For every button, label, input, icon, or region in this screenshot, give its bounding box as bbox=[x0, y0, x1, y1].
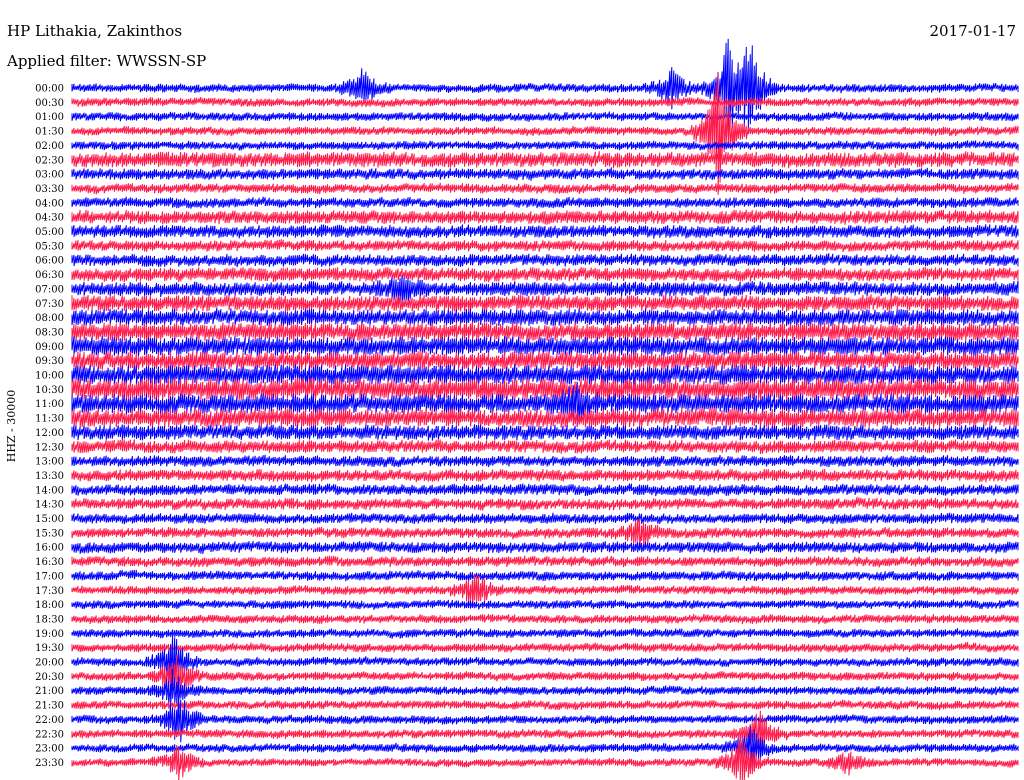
time-label-0700: 07:00 bbox=[35, 284, 64, 295]
time-label-2100: 21:00 bbox=[35, 686, 64, 697]
station-name: HP Lithakia, Zakinthos bbox=[7, 22, 182, 40]
time-label-0930: 09:30 bbox=[35, 356, 64, 367]
time-label-0830: 08:30 bbox=[35, 327, 64, 338]
time-label-2130: 21:30 bbox=[35, 701, 64, 712]
time-label-0300: 03:00 bbox=[35, 170, 64, 181]
time-label-0130: 01:30 bbox=[35, 127, 64, 138]
time-label-1700: 17:00 bbox=[35, 571, 64, 582]
time-label-0030: 00:30 bbox=[35, 98, 64, 109]
time-label-1400: 14:00 bbox=[35, 485, 64, 496]
time-label-0800: 08:00 bbox=[35, 313, 64, 324]
time-label-2000: 20:00 bbox=[35, 658, 64, 669]
time-label-0500: 05:00 bbox=[35, 227, 64, 238]
time-label-1730: 17:30 bbox=[35, 586, 64, 597]
time-label-1900: 19:00 bbox=[35, 629, 64, 640]
time-label-1230: 12:30 bbox=[35, 442, 64, 453]
date-label: 2017-01-17 bbox=[930, 22, 1016, 40]
time-label-1200: 12:00 bbox=[35, 428, 64, 439]
time-label-0230: 02:30 bbox=[35, 155, 64, 166]
time-label-0900: 09:00 bbox=[35, 342, 64, 353]
helicorder-chart: 00:00 00:30 01:00 01:30 02:00 02:30 03:00 03:30… bbox=[0, 0, 1024, 780]
time-label-2330: 23:30 bbox=[35, 758, 64, 769]
time-label-1330: 13:30 bbox=[35, 471, 64, 482]
time-label-1430: 14:30 bbox=[35, 500, 64, 511]
time-label-2030: 20:30 bbox=[35, 672, 64, 683]
time-label-1500: 15:00 bbox=[35, 514, 64, 525]
time-label-1930: 19:30 bbox=[35, 643, 64, 654]
time-label-1030: 10:30 bbox=[35, 385, 64, 396]
time-label-0330: 03:30 bbox=[35, 184, 64, 195]
time-label-1130: 11:30 bbox=[35, 414, 64, 425]
time-label-0430: 04:30 bbox=[35, 213, 64, 224]
time-label-0000: 00:00 bbox=[35, 84, 64, 95]
time-label-0200: 02:00 bbox=[35, 141, 64, 152]
time-label-0600: 06:00 bbox=[35, 256, 64, 267]
time-label-0730: 07:30 bbox=[35, 299, 64, 310]
y-axis-label: HHZ - 30000 bbox=[5, 390, 18, 463]
time-label-1830: 18:30 bbox=[35, 614, 64, 625]
time-label-0530: 05:30 bbox=[35, 241, 64, 252]
time-label-0100: 01:00 bbox=[35, 112, 64, 123]
time-label-0400: 04:00 bbox=[35, 198, 64, 209]
time-label-2300: 23:00 bbox=[35, 744, 64, 755]
filter-label: Applied filter: WWSSN-SP bbox=[6, 52, 206, 70]
time-label-1800: 18:00 bbox=[35, 600, 64, 611]
time-label-1530: 15:30 bbox=[35, 528, 64, 539]
time-label-0630: 06:30 bbox=[35, 270, 64, 281]
time-label-1300: 13:00 bbox=[35, 457, 64, 468]
time-label-1630: 16:30 bbox=[35, 557, 64, 568]
time-label-1100: 11:00 bbox=[35, 399, 64, 410]
time-label-2200: 22:00 bbox=[35, 715, 64, 726]
time-label-2230: 22:30 bbox=[35, 729, 64, 740]
time-label-1000: 10:00 bbox=[35, 371, 64, 382]
time-label-1600: 16:00 bbox=[35, 543, 64, 554]
